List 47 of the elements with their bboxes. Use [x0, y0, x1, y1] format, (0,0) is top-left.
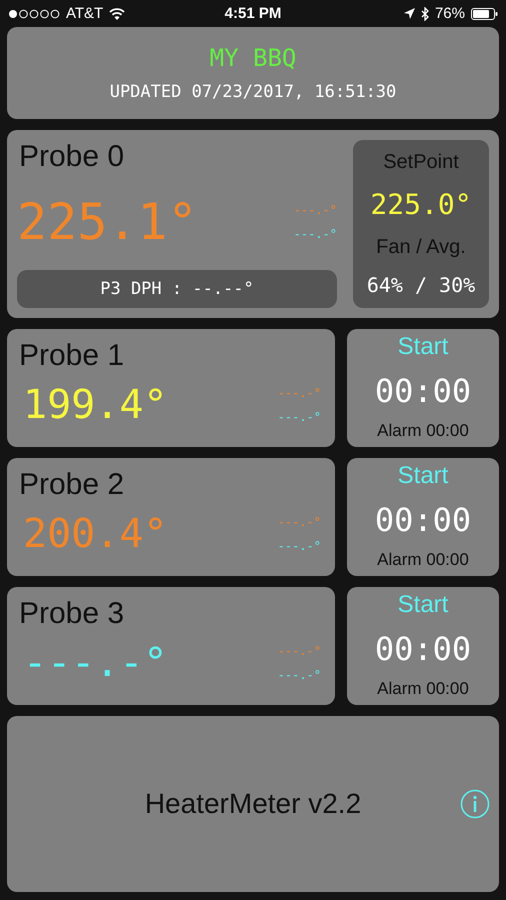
alarm-time: Alarm 00:00	[377, 550, 469, 570]
fan-label: Fan / Avg.	[376, 236, 466, 259]
start-button[interactable]: Start	[398, 333, 448, 361]
low-alarm-value: ---.-°	[278, 539, 321, 553]
bluetooth-icon	[420, 6, 429, 20]
setpoint-value: 225.0°	[370, 188, 472, 222]
setpoint-label: SetPoint	[383, 151, 459, 174]
start-button[interactable]: Start	[398, 591, 448, 619]
probe-card[interactable]: Probe 2 200.4° ---.-° ---.-°	[7, 458, 335, 576]
bbq-title: MY BBQ	[210, 44, 296, 72]
alarm-time: Alarm 00:00	[377, 421, 469, 441]
battery-percent: 76%	[434, 5, 465, 22]
signal-icon	[8, 8, 60, 18]
alarm-time: Alarm 00:00	[377, 679, 469, 699]
high-alarm-value: ---.-°	[278, 515, 321, 529]
timer-value: 00:00	[374, 372, 472, 410]
setpoint-panel[interactable]: SetPoint 225.0° Fan / Avg. 64% / 30%	[353, 140, 489, 308]
wifi-icon	[109, 8, 126, 20]
probe-name: Probe 2	[18, 468, 126, 502]
timer-value: 00:00	[374, 630, 472, 668]
clock-time: 4:51 PM	[224, 5, 282, 22]
probe-temperature: 225.1°	[17, 193, 198, 251]
battery-icon	[470, 8, 498, 20]
location-arrow-icon	[404, 8, 415, 19]
low-alarm-value: ---.-°	[278, 668, 321, 682]
probe-name: Probe 1	[18, 339, 126, 373]
probe-name: Probe 3	[18, 597, 126, 631]
probe-card[interactable]: Probe 1 199.4° ---.-° ---.-°	[7, 329, 335, 447]
high-alarm-value: ---.-°	[294, 203, 337, 217]
start-button[interactable]: Start	[398, 462, 448, 490]
fan-value: 64% / 30%	[366, 272, 476, 297]
low-alarm-value: ---.-°	[278, 410, 321, 424]
dph-readout: P3 DPH : --.--°	[17, 270, 337, 308]
probe-temperature: 199.4°	[22, 382, 168, 428]
timer-value: 00:00	[374, 501, 472, 539]
probe-card[interactable]: Probe 3 ---.-° ---.-° ---.-°	[7, 587, 335, 705]
probe-name: Probe 0	[18, 140, 126, 174]
probe-temperature: 200.4°	[22, 511, 168, 557]
carrier-name: AT&T	[66, 5, 104, 22]
info-icon[interactable]	[460, 789, 490, 819]
pit-probe-card[interactable]: Probe 0 225.1° ---.-° ---.-° P3 DPH : --.--° SetPoint 225.0° Fan / Avg. 64% / 30%	[7, 130, 499, 318]
updated-time: UPDATED 07/23/2017, 16:51:30	[110, 82, 396, 102]
high-alarm-value: ---.-°	[278, 644, 321, 658]
probe-temperature: ---.-°	[22, 640, 168, 686]
version-label: HeaterMeter v2.2	[144, 788, 362, 820]
low-alarm-value: ---.-°	[294, 227, 337, 241]
high-alarm-value: ---.-°	[278, 386, 321, 400]
